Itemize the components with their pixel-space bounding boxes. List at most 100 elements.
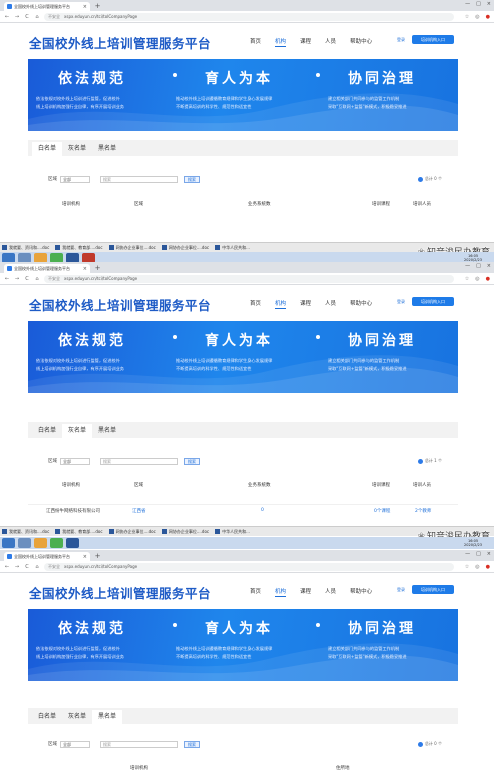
new-tab-button[interactable]: + [93, 552, 102, 560]
institution-entry-button[interactable]: 培训机构入口 [412, 297, 454, 306]
close-window-icon[interactable]: × [487, 263, 491, 269]
row-systems[interactable]: 0 [261, 508, 264, 513]
site-brand[interactable]: 全国校外线上培训管理服务平台 [29, 583, 211, 602]
close-window-icon[interactable]: × [487, 1, 491, 7]
doc-tab[interactable]: 网协办企业事位....doc [161, 529, 209, 535]
row-institution[interactable]: 江西纷牛网络科技有限公司 [46, 508, 100, 514]
profile-icon[interactable]: ◎ [475, 564, 479, 570]
browser-tab[interactable]: 全国校外线上培训管理服务平台 × [4, 552, 90, 561]
institution-entry-button[interactable]: 培训机构入口 [412, 585, 454, 594]
menu-icon[interactable]: ● [486, 564, 490, 570]
close-icon[interactable]: × [83, 554, 87, 560]
login-link[interactable]: 登录 [397, 587, 405, 593]
profile-icon[interactable]: ◎ [475, 14, 479, 20]
start-icon[interactable] [2, 538, 15, 548]
tab-blacklist[interactable]: 黑名单 [92, 710, 123, 724]
doc-tab[interactable]: 网协办企业事位....doc [161, 245, 209, 251]
tab-blacklist[interactable]: 黑名单 [92, 142, 122, 156]
back-arrow-icon[interactable]: ← [4, 276, 10, 282]
reload-icon[interactable]: C [24, 14, 30, 20]
app-icon[interactable] [18, 253, 31, 262]
app-a-icon[interactable] [82, 253, 95, 262]
word-icon[interactable] [66, 253, 79, 262]
reload-icon[interactable]: C [24, 564, 30, 570]
tab-graylist[interactable]: 灰名单 [62, 710, 92, 724]
minimize-icon[interactable]: — [465, 551, 470, 557]
doc-tab[interactable]: 中华人民共和... [215, 245, 250, 251]
nav-help[interactable]: 帮助中心 [350, 587, 372, 597]
minimize-icon[interactable]: — [465, 263, 470, 269]
nav-courses[interactable]: 课程 [300, 299, 311, 309]
menu-icon[interactable]: ● [486, 14, 490, 20]
star-icon[interactable]: ☆ [465, 14, 469, 20]
maximize-icon[interactable]: □ [476, 263, 481, 269]
maximize-icon[interactable]: □ [476, 551, 481, 557]
folder-icon[interactable] [34, 538, 47, 548]
doc-tab[interactable]: 中华人民共和... [215, 529, 250, 535]
doc-tab[interactable]: 我就要、资讯和....doc [2, 529, 49, 535]
tab-whitelist[interactable]: 白名单 [32, 710, 62, 724]
star-icon[interactable]: ☆ [465, 564, 469, 570]
browser-tab[interactable]: 全国校外线上培训管理服务平台 × [4, 2, 90, 11]
forward-arrow-icon[interactable]: → [14, 276, 20, 282]
back-arrow-icon[interactable]: ← [4, 14, 10, 20]
close-window-icon[interactable]: × [487, 551, 491, 557]
minimize-icon[interactable]: — [465, 1, 470, 7]
forward-arrow-icon[interactable]: → [14, 14, 20, 20]
chrome-icon[interactable] [50, 253, 63, 262]
word-icon[interactable] [66, 538, 79, 548]
site-brand[interactable]: 全国校外线上培训管理服务平台 [29, 295, 211, 314]
forward-arrow-icon[interactable]: → [14, 564, 20, 570]
app-icon[interactable] [18, 538, 31, 548]
maximize-icon[interactable]: □ [476, 1, 481, 7]
nav-personnel[interactable]: 人员 [325, 299, 336, 309]
nav-personnel[interactable]: 人员 [325, 37, 336, 47]
row-courses[interactable]: 0个课程 [374, 508, 390, 514]
profile-icon[interactable]: ◎ [475, 276, 479, 282]
doc-tab[interactable]: 网协办企业事位....doc [108, 245, 156, 251]
star-icon[interactable]: ☆ [465, 276, 469, 282]
search-button[interactable]: 搜索 [184, 740, 200, 748]
area-select[interactable]: 全部 [60, 175, 90, 183]
nav-institutions[interactable]: 机构 [275, 37, 287, 47]
tab-blacklist[interactable]: 黑名单 [92, 424, 122, 438]
search-input[interactable]: 搜索 [100, 457, 178, 465]
home-icon[interactable]: ⌂ [34, 14, 40, 20]
doc-tab[interactable]: 网协办企业事位....doc [108, 529, 156, 535]
search-button[interactable]: 搜索 [184, 457, 200, 465]
reload-icon[interactable]: C [24, 276, 30, 282]
nav-home[interactable]: 首页 [250, 587, 261, 597]
nav-home[interactable]: 首页 [250, 37, 261, 47]
home-icon[interactable]: ⌂ [34, 276, 40, 282]
url-input[interactable]: 不安全 xspx.eduyun.cn/tci/toICompanyPage [44, 274, 454, 283]
url-input[interactable]: 不安全 xspx.eduyun.cn/tci/toICompanyPage [44, 562, 454, 571]
close-icon[interactable]: × [83, 4, 87, 10]
tab-graylist[interactable]: 灰名单 [62, 424, 93, 438]
doc-tab[interactable]: 我就要、教育部....doc [55, 529, 103, 535]
nav-help[interactable]: 帮助中心 [350, 299, 372, 309]
nav-institutions[interactable]: 机构 [275, 587, 287, 597]
search-input[interactable]: 搜索 [100, 175, 178, 183]
area-select[interactable]: 全部 [60, 457, 90, 465]
area-select[interactable]: 全部 [60, 740, 90, 748]
start-icon[interactable] [2, 253, 15, 262]
folder-icon[interactable] [34, 253, 47, 262]
nav-home[interactable]: 首页 [250, 299, 261, 309]
search-input[interactable]: 搜索 [100, 740, 178, 748]
nav-personnel[interactable]: 人员 [325, 587, 336, 597]
home-icon[interactable]: ⌂ [34, 564, 40, 570]
nav-courses[interactable]: 课程 [300, 37, 311, 47]
doc-tab[interactable]: 我就要、资讯和....doc [2, 245, 49, 251]
tab-graylist[interactable]: 灰名单 [62, 142, 92, 156]
site-brand[interactable]: 全国校外线上培训管理服务平台 [29, 33, 211, 52]
login-link[interactable]: 登录 [397, 299, 405, 305]
row-area[interactable]: 江西省 [132, 508, 146, 514]
tab-whitelist[interactable]: 白名单 [32, 142, 63, 156]
close-icon[interactable]: × [83, 266, 87, 272]
nav-courses[interactable]: 课程 [300, 587, 311, 597]
doc-tab[interactable]: 我就要、教育部....doc [55, 245, 103, 251]
institution-entry-button[interactable]: 培训机构入口 [412, 35, 454, 44]
row-staff[interactable]: 2个教师 [415, 508, 431, 514]
back-arrow-icon[interactable]: ← [4, 564, 10, 570]
chrome-icon[interactable] [50, 538, 63, 548]
